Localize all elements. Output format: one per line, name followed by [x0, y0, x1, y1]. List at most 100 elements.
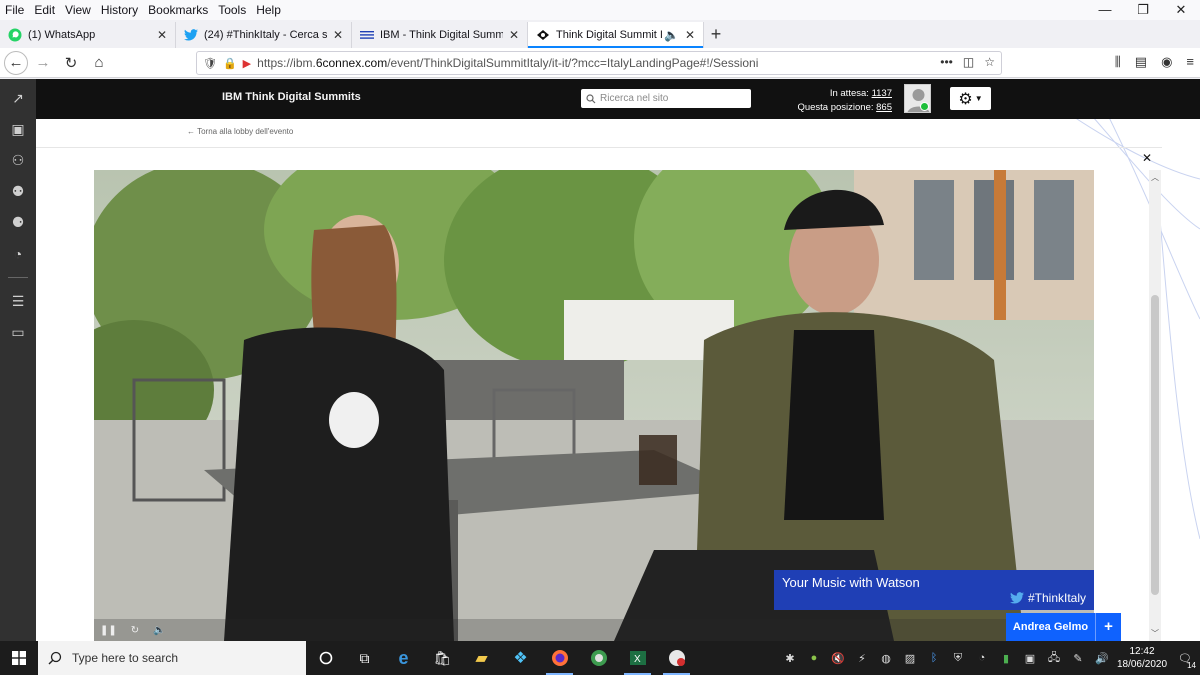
- menu-tools[interactable]: Tools: [213, 3, 251, 17]
- pocket-icon[interactable]: ◫: [963, 55, 974, 69]
- close-tab-icon[interactable]: ✕: [685, 28, 695, 42]
- position-label: Questa posizione:: [797, 102, 874, 113]
- close-window-button[interactable]: ✕: [1162, 0, 1200, 20]
- bookmark-star-icon[interactable]: ☆: [984, 55, 995, 69]
- person-list-icon[interactable]: ☰: [0, 286, 36, 317]
- search-icon: [48, 651, 62, 665]
- menu-help[interactable]: Help: [251, 3, 286, 17]
- speaker-icon[interactable]: 🔈: [664, 28, 679, 42]
- tab-ibm-summit[interactable]: IBM - Think Digital Summit - A ✕: [352, 22, 528, 48]
- tab-whatsapp[interactable]: (1) WhatsApp ✕: [0, 22, 176, 48]
- back-to-lobby-link[interactable]: ← Torna alla lobby dell'evento: [187, 127, 293, 136]
- library-icon[interactable]: ⫼: [1115, 54, 1121, 70]
- home-button[interactable]: ⌂: [86, 50, 112, 76]
- close-tab-icon[interactable]: ✕: [333, 28, 343, 42]
- close-video-button[interactable]: ✕: [1140, 151, 1154, 165]
- volume-icon[interactable]: 🔊: [1090, 641, 1114, 675]
- site-search-input[interactable]: [600, 93, 740, 104]
- network-icon[interactable]: 🖧: [1042, 641, 1066, 675]
- account-icon[interactable]: ◉: [1161, 54, 1172, 70]
- menu-file[interactable]: File: [0, 3, 29, 17]
- online-status-icon: [920, 102, 929, 111]
- lock-icon[interactable]: 🔒: [223, 57, 237, 70]
- close-tab-icon[interactable]: ✕: [157, 28, 167, 42]
- notification-center-button[interactable]: 🗨 14: [1170, 641, 1200, 675]
- menu-bookmarks[interactable]: Bookmarks: [143, 3, 213, 17]
- taskbar-chrome-like[interactable]: [579, 641, 618, 675]
- taskbar-explorer[interactable]: ▰: [462, 641, 501, 675]
- bluetooth-icon[interactable]: ᛒ: [922, 641, 946, 675]
- menu-view[interactable]: View: [60, 3, 96, 17]
- clock-time: 12:42: [1129, 646, 1155, 657]
- page-scrollbar[interactable]: ︿ ﹀: [1149, 170, 1161, 641]
- taskbar-store[interactable]: 🛍: [423, 641, 462, 675]
- chat-expand-button[interactable]: +: [1095, 613, 1121, 641]
- tray-box-icon[interactable]: ▣: [1018, 641, 1042, 675]
- avatar[interactable]: [904, 84, 931, 113]
- start-button[interactable]: [0, 641, 38, 675]
- folder-icon[interactable]: ▭: [0, 317, 36, 348]
- pause-icon[interactable]: ❚❚: [100, 625, 117, 636]
- taskbar-firefox[interactable]: [540, 641, 579, 675]
- volume-icon[interactable]: 🔈: [153, 625, 165, 636]
- minimize-button[interactable]: —: [1086, 0, 1124, 20]
- mute-icon[interactable]: 🔇: [826, 641, 850, 675]
- taskbar-search-input[interactable]: [72, 651, 272, 665]
- person-chat-icon[interactable]: ◔: [0, 238, 36, 269]
- scrollbar-thumb[interactable]: [1151, 295, 1159, 595]
- replay-icon[interactable]: ↻: [131, 625, 139, 636]
- site-search[interactable]: [581, 89, 751, 108]
- scroll-down-icon[interactable]: ﹀: [1149, 628, 1161, 639]
- menu-history[interactable]: History: [96, 3, 143, 17]
- scroll-up-icon[interactable]: ︿: [1149, 172, 1161, 183]
- taskbar-chat-app[interactable]: [657, 641, 696, 675]
- tab-twitter[interactable]: (24) #ThinkItaly - Cerca su Twitt ✕: [176, 22, 352, 48]
- taskbar-edge[interactable]: e: [384, 641, 423, 675]
- taskbar-excel[interactable]: X: [618, 641, 657, 675]
- task-view-button[interactable]: ⧉: [345, 641, 384, 675]
- site-brand[interactable]: IBM Think Digital Summits: [222, 91, 361, 103]
- restore-button[interactable]: ❐: [1124, 0, 1162, 20]
- left-rail: ↗ ▣ ⚇ ⚉ ⚈ ◔ ☰ ▭: [0, 79, 36, 641]
- chat-button[interactable]: Andrea Gelmo +: [1006, 613, 1121, 641]
- close-tab-icon[interactable]: ✕: [509, 28, 519, 42]
- new-tab-button[interactable]: +: [704, 22, 728, 48]
- queue-status: In attesa: 1137 Questa posizione: 865: [776, 87, 892, 115]
- network-icon[interactable]: ⚉: [0, 176, 36, 207]
- speaker-person-icon[interactable]: ⚇: [0, 145, 36, 176]
- twitter-icon: [1009, 592, 1024, 604]
- back-button[interactable]: ←: [4, 50, 28, 75]
- hamburger-menu-icon[interactable]: ≡: [1186, 54, 1194, 70]
- page-actions-icon[interactable]: •••: [940, 55, 953, 69]
- tray-bolt-icon[interactable]: ⚡: [850, 641, 874, 675]
- battery-icon[interactable]: ▮: [994, 641, 1018, 675]
- sidebar-icon[interactable]: ▤: [1135, 54, 1147, 70]
- site-header: IBM Think Digital Summits In attesa: 113…: [36, 79, 1200, 119]
- clipboard-icon[interactable]: ▣: [0, 114, 36, 145]
- taskbar-clock[interactable]: 12:42 18/06/2020: [1114, 645, 1170, 671]
- url-text[interactable]: https://ibm.6connex.com/event/ThinkDigit…: [257, 56, 758, 70]
- tab-title: (24) #ThinkItaly - Cerca su Twitt: [204, 29, 327, 41]
- tray-gauge-icon[interactable]: ◍: [874, 641, 898, 675]
- address-bar[interactable]: 🛡 🔒 ▶ https://ibm.6connex.com/event/Thin…: [196, 51, 1002, 75]
- taskbar-search[interactable]: [38, 641, 306, 675]
- tab-think-digital-summit-italy[interactable]: Think Digital Summit Italy 🔈 ✕: [528, 22, 704, 48]
- blocked-media-icon[interactable]: ▶: [243, 57, 251, 70]
- external-link-icon[interactable]: ↗: [0, 83, 36, 114]
- cortana-button[interactable]: [306, 641, 345, 675]
- people-icon[interactable]: ⚈: [0, 207, 36, 238]
- forward-button[interactable]: →: [30, 50, 56, 76]
- settings-button[interactable]: ⚙ ▼: [950, 87, 991, 110]
- tray-image-icon[interactable]: ▨: [898, 641, 922, 675]
- tray-sync-icon[interactable]: ◔: [970, 641, 994, 675]
- menu-edit[interactable]: Edit: [29, 3, 60, 17]
- shield-icon[interactable]: ⛨: [946, 641, 970, 675]
- taskbar-app-globe[interactable]: ❖: [501, 641, 540, 675]
- tab-strip: (1) WhatsApp ✕ (24) #ThinkItaly - Cerca …: [0, 22, 1200, 48]
- shield-icon[interactable]: 🛡: [203, 57, 217, 70]
- reload-button[interactable]: ↻: [58, 50, 84, 76]
- tray-app-icon[interactable]: ✱: [778, 641, 802, 675]
- tray-check-icon[interactable]: ●: [802, 641, 826, 675]
- chat-user-name[interactable]: Andrea Gelmo: [1006, 621, 1095, 633]
- pen-icon[interactable]: ✎: [1066, 641, 1090, 675]
